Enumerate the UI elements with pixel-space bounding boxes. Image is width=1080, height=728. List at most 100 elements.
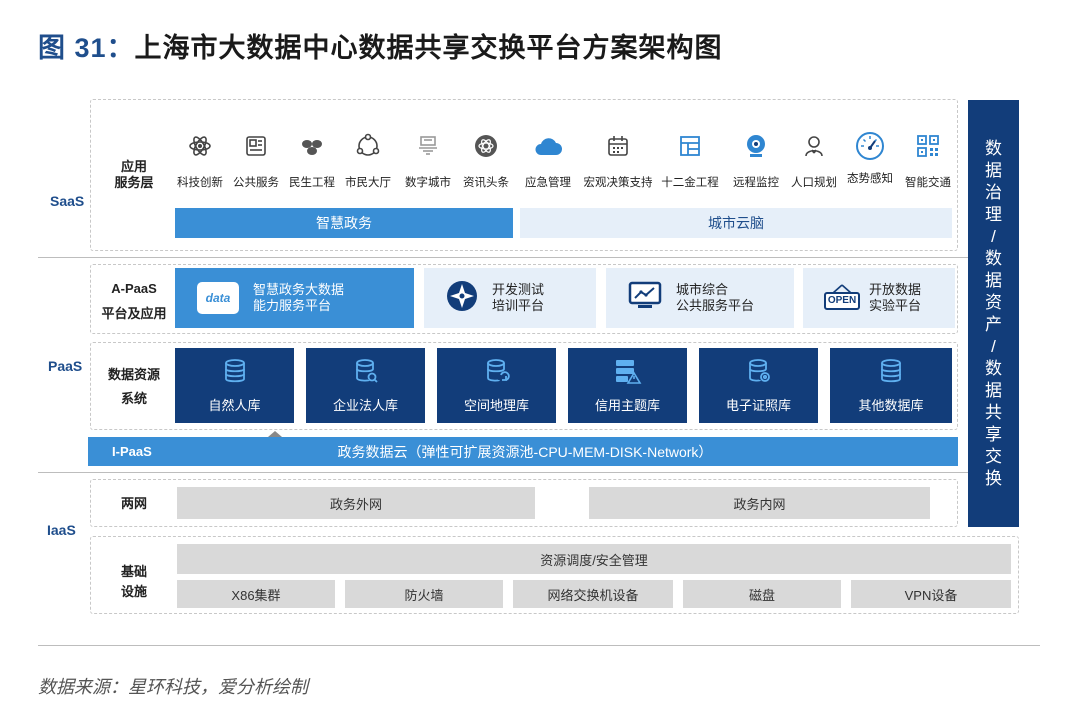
app-label: 应急管理 bbox=[525, 177, 571, 189]
app-item[interactable]: 态势感知 bbox=[842, 130, 898, 186]
database-tile[interactable]: 自然人库 bbox=[175, 348, 294, 423]
smart-government-bar[interactable]: 智慧政务 bbox=[175, 208, 513, 238]
figure-title: 图 31：上海市大数据中心数据共享交换平台方案架构图 bbox=[38, 26, 723, 65]
infra-item[interactable]: VPN设备 bbox=[851, 580, 1011, 608]
figure-title-text: 上海市大数据中心数据共享交换平台方案架构图 bbox=[134, 33, 723, 63]
app-label: 市民大厅 bbox=[345, 177, 391, 189]
open-sign-text: OPEN bbox=[827, 295, 857, 306]
app-label: 十二金工程 bbox=[661, 177, 719, 189]
infra-item[interactable]: 网络交换机设备 bbox=[513, 580, 673, 608]
resource-scheduling-bar[interactable]: 资源调度/安全管理 bbox=[177, 544, 1011, 574]
apaas-card-line2: 实验平台 bbox=[869, 298, 922, 313]
apaas-label-line2: 平台及应用 bbox=[101, 306, 167, 321]
id-card-icon bbox=[232, 130, 280, 162]
data-resource-label: 数据资源 系统 bbox=[98, 364, 170, 410]
data-governance-sidebar: 数 据 治 理 / 数 据 资 产 / 数 据 共 享 交 换 bbox=[968, 100, 1019, 527]
city-brain-bar[interactable]: 城市云脑 bbox=[520, 208, 952, 238]
app-label: 民生工程 bbox=[289, 177, 335, 189]
infra-item[interactable]: X86集群 bbox=[177, 580, 335, 608]
database-search-icon bbox=[353, 358, 379, 387]
app-label: 人口规划 bbox=[791, 177, 837, 189]
apaas-card-text: 开发测试 培训平台 bbox=[492, 282, 544, 314]
qrcode-icon bbox=[904, 130, 952, 162]
figure-number: 图 31： bbox=[38, 33, 135, 63]
two-networks-label: 两网 bbox=[120, 496, 147, 511]
paas-iaas-divider bbox=[38, 472, 968, 473]
app-item[interactable]: 数字城市 bbox=[400, 130, 456, 190]
apaas-card-line1: 城市综合 bbox=[676, 282, 729, 297]
database-label: 其他数据库 bbox=[858, 397, 924, 413]
apaas-card-text: 智慧政务大数据 能力服务平台 bbox=[253, 282, 344, 314]
app-item[interactable]: 远程监控 bbox=[728, 130, 784, 190]
infrastructure-label: 基础 设施 bbox=[98, 561, 170, 603]
apaas-card[interactable]: OPEN 开放数据 实验平台 bbox=[803, 268, 955, 328]
app-layer-label: 应用 服务层 bbox=[98, 156, 170, 194]
apaas-card-line2: 公共服务平台 bbox=[676, 298, 755, 313]
side-char: 数 bbox=[985, 248, 1002, 268]
app-label: 资讯头条 bbox=[463, 177, 509, 189]
side-char: / bbox=[991, 336, 996, 356]
side-char: 数 bbox=[985, 138, 1002, 158]
apaas-card-line1: 智慧政务大数据 bbox=[253, 282, 345, 297]
app-item[interactable]: 应急管理 bbox=[520, 130, 576, 190]
side-char: 交 bbox=[985, 446, 1002, 466]
database-tile[interactable]: 其他数据库 bbox=[830, 348, 952, 423]
person-icon bbox=[790, 130, 838, 162]
app-label: 公共服务 bbox=[233, 177, 279, 189]
database-label: 电子证照库 bbox=[725, 397, 791, 413]
database-tile[interactable]: 空间地理库 bbox=[437, 348, 556, 423]
app-item[interactable]: 公共服务 bbox=[230, 130, 282, 190]
apaas-label: A-PaaS 平台及应用 bbox=[98, 278, 170, 325]
data-resource-label-line2: 系统 bbox=[120, 391, 147, 406]
layer-label-iaas: IaaS bbox=[47, 522, 76, 538]
app-item[interactable]: 科技创新 bbox=[174, 130, 226, 190]
side-char: 据 bbox=[985, 380, 1002, 400]
layer-label-saas: SaaS bbox=[50, 193, 85, 209]
app-label: 智能交通 bbox=[905, 177, 951, 189]
app-item[interactable]: 十二金工程 bbox=[660, 130, 720, 190]
app-item[interactable]: 市民大厅 bbox=[342, 130, 394, 190]
people-icon bbox=[288, 130, 336, 162]
apaas-label-line1: A-PaaS bbox=[111, 281, 157, 296]
camera-icon bbox=[732, 130, 780, 162]
saas-paas-divider bbox=[38, 257, 968, 258]
app-label: 宏观决策支持 bbox=[583, 177, 653, 189]
calendar-icon bbox=[594, 130, 642, 162]
side-char: 享 bbox=[985, 424, 1002, 444]
layer-label-paas: PaaS bbox=[48, 358, 83, 374]
database-tile[interactable]: 电子证照库 bbox=[699, 348, 818, 423]
gov-internal-network[interactable]: 政务内网 bbox=[589, 487, 930, 519]
grid-icon bbox=[666, 130, 714, 162]
database-label: 企业法人库 bbox=[332, 397, 398, 413]
apaas-card[interactable]: 城市综合 公共服务平台 bbox=[606, 268, 794, 328]
app-label: 数字城市 bbox=[405, 177, 451, 189]
side-char: 治 bbox=[985, 182, 1002, 202]
apaas-card-line1: 开发测试 bbox=[492, 282, 545, 297]
apaas-card[interactable]: data 智慧政务大数据 能力服务平台 bbox=[175, 268, 414, 328]
data-icon-text: data bbox=[205, 291, 231, 305]
cycle-icon bbox=[344, 130, 392, 162]
side-char: 资 bbox=[985, 292, 1002, 312]
app-item[interactable]: 智能交通 bbox=[900, 130, 956, 190]
side-char: 理 bbox=[985, 204, 1002, 224]
side-char: 换 bbox=[985, 468, 1002, 488]
database-label: 信用主题库 bbox=[594, 397, 660, 413]
apaas-card-line2: 培训平台 bbox=[492, 298, 545, 313]
infra-item[interactable]: 磁盘 bbox=[683, 580, 841, 608]
apaas-card-line1: 开放数据 bbox=[869, 282, 922, 297]
gov-external-network[interactable]: 政务外网 bbox=[177, 487, 535, 519]
news-icon bbox=[462, 130, 510, 162]
infrastructure-label-line2: 设施 bbox=[120, 584, 147, 599]
app-item[interactable]: 民生工程 bbox=[286, 130, 338, 190]
database-tile[interactable]: 信用主题库 bbox=[568, 348, 687, 423]
app-item[interactable]: 宏观决策支持 bbox=[582, 130, 654, 190]
ipaas-text: 政务数据云（弹性可扩展资源池-CPU-MEM-DISK-Network） bbox=[337, 443, 713, 460]
app-layer-label-line2: 服务层 bbox=[114, 175, 154, 190]
app-item[interactable]: 人口规划 bbox=[786, 130, 842, 190]
app-item[interactable]: 资讯头条 bbox=[458, 130, 514, 190]
side-char: 数 bbox=[985, 358, 1002, 378]
infra-item[interactable]: 防火墙 bbox=[345, 580, 503, 608]
side-char: 共 bbox=[985, 402, 1002, 422]
apaas-card[interactable]: 开发测试 培训平台 bbox=[424, 268, 596, 328]
database-tile[interactable]: 企业法人库 bbox=[306, 348, 425, 423]
